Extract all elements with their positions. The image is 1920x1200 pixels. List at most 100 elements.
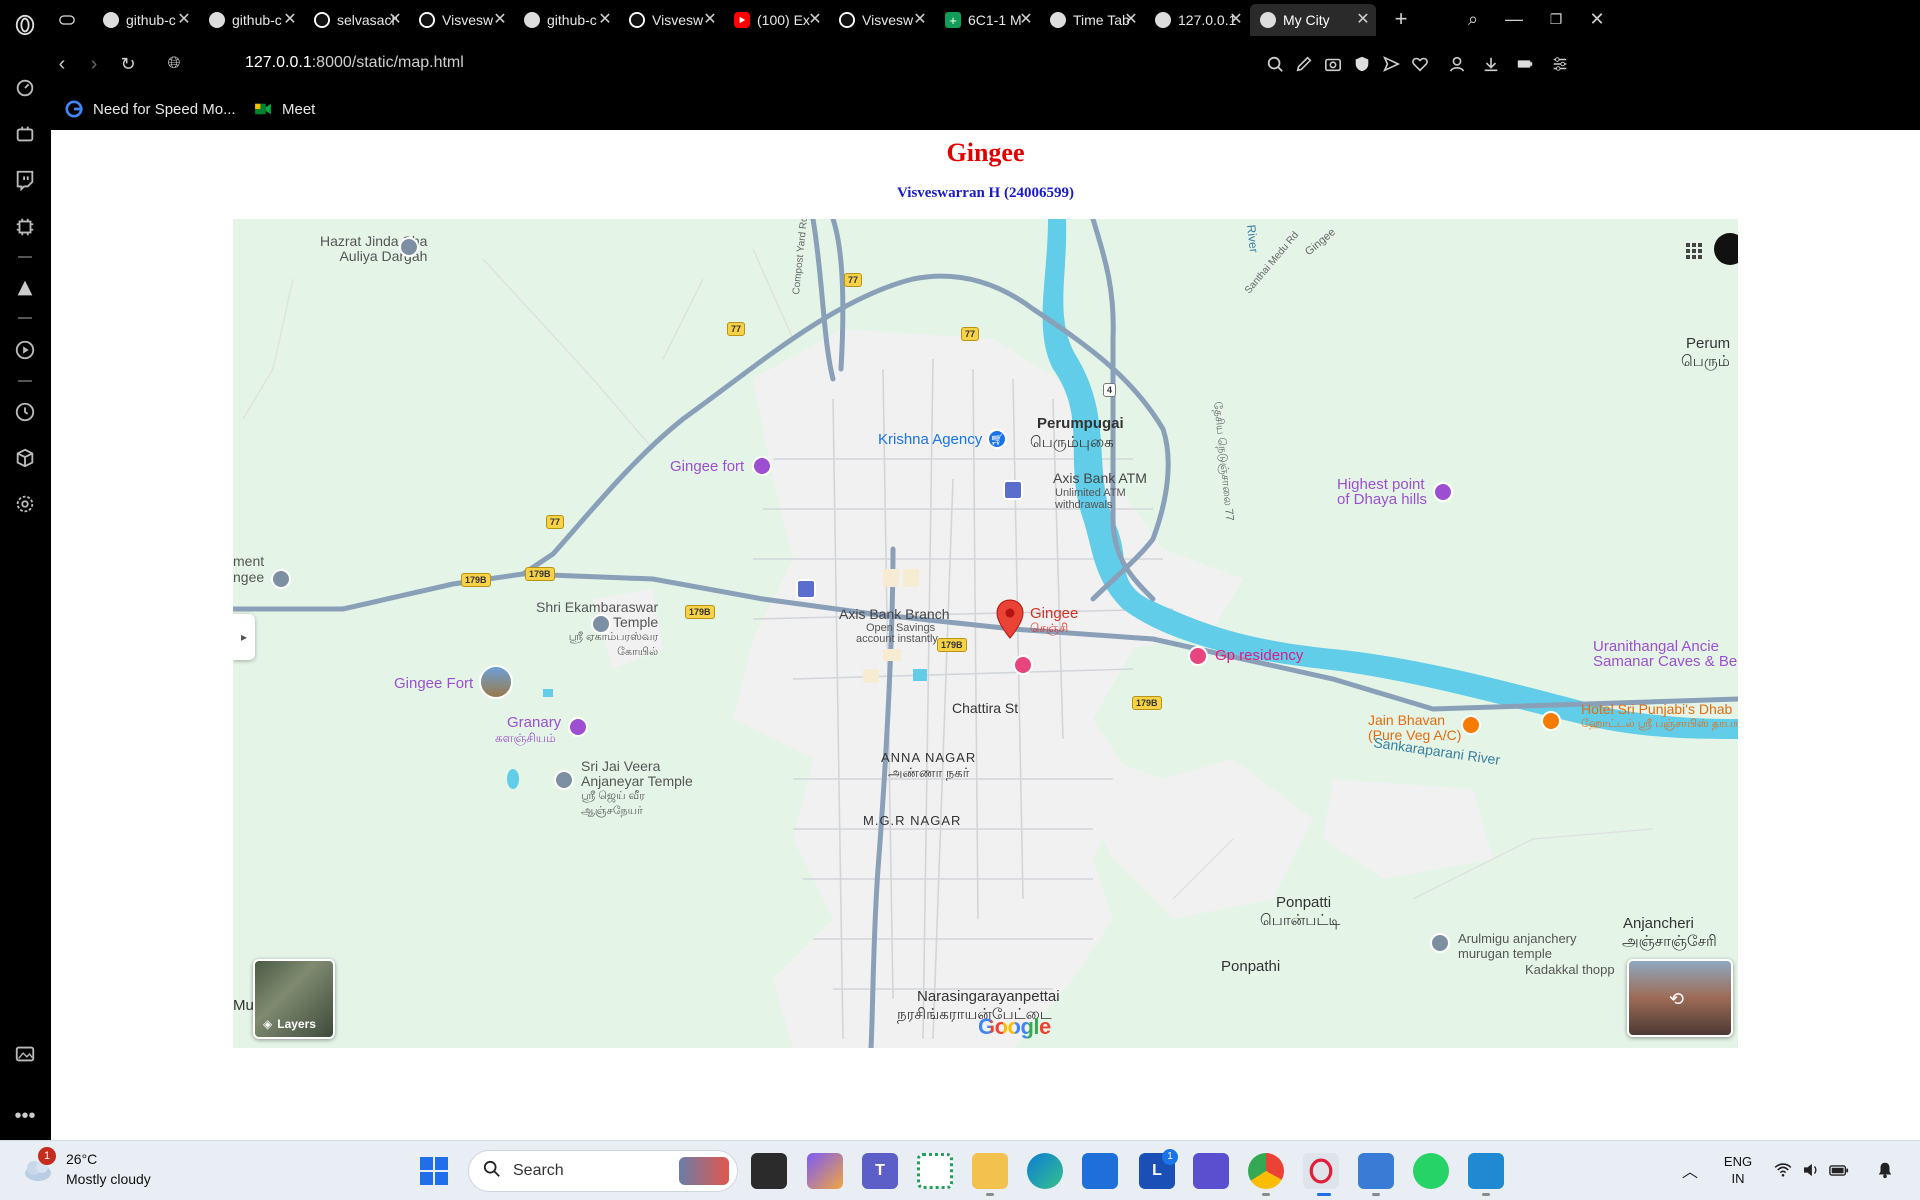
map-label-gingee-fort-top[interactable]: Gingee fort — [670, 459, 744, 474]
file-explorer-icon[interactable] — [972, 1153, 1008, 1189]
map-label-jai-veera[interactable]: Sri Jai Veera Anjaneyar Temple ஸ்ரீ ஜெய் … — [581, 759, 693, 819]
player-icon[interactable] — [12, 337, 38, 363]
close-icon[interactable]: ✕ — [175, 11, 193, 29]
tab-9[interactable]: + 6C1-1 M ✕ — [935, 4, 1039, 36]
affinity-icon[interactable] — [1193, 1153, 1229, 1189]
viewpoint-icon[interactable] — [1433, 482, 1453, 502]
collapse-panel-button[interactable]: ▸ — [233, 614, 255, 660]
tab-4[interactable]: Visvesw ✕ — [409, 4, 513, 36]
taskbar-search[interactable]: Search — [468, 1150, 738, 1192]
hotel-icon[interactable] — [1188, 646, 1208, 666]
close-icon[interactable]: ✕ — [1017, 11, 1035, 29]
location-pin-icon[interactable] — [996, 599, 1024, 639]
museum-icon[interactable] — [271, 569, 291, 589]
map-label-kadakkal[interactable]: Kadakkal thopp — [1525, 962, 1615, 977]
fort-photo-icon[interactable] — [479, 665, 513, 699]
close-icon[interactable]: ✕ — [491, 11, 509, 29]
teams-icon[interactable]: T — [862, 1153, 898, 1189]
map-label-ponpathi[interactable]: Ponpathi — [1221, 959, 1280, 974]
reload-button[interactable]: ↻ — [114, 50, 142, 78]
bookmark-need-for-speed[interactable]: Need for Speed Mo... — [65, 100, 236, 118]
notepad-icon[interactable] — [1358, 1153, 1394, 1189]
battery-icon[interactable] — [1828, 1159, 1850, 1181]
map-label-axis-branch[interactable]: Axis Bank Branch — [839, 607, 950, 622]
restaurant-icon[interactable] — [1461, 715, 1481, 735]
restaurant-icon[interactable] — [1541, 711, 1561, 731]
edit-icon[interactable] — [1292, 52, 1316, 76]
tab-1[interactable]: github-c ✕ — [93, 4, 197, 36]
map-label-narasingarayanpettai[interactable]: Narasingarayanpettai — [917, 989, 1060, 1004]
forward-button[interactable]: › — [80, 50, 108, 78]
map-label-gingee-fort[interactable]: Gingee Fort — [394, 676, 473, 691]
embedded-map[interactable]: 77 77 77 77 179B 179B 179B 179B 179B 4 H… — [233, 219, 1738, 1048]
refresh-app-icon[interactable] — [917, 1153, 953, 1189]
back-button[interactable]: ‹ — [48, 50, 76, 78]
window-close-button[interactable]: ✕ — [1584, 6, 1610, 32]
lens-search-icon[interactable] — [1263, 52, 1287, 76]
wallpaper-icon[interactable] — [12, 1041, 38, 1067]
map-label-hotel-punjabi[interactable]: Hotel Sri Punjabi's Dhab — [1581, 702, 1732, 717]
shopping-cart-icon[interactable]: 🛒︎ — [987, 429, 1007, 449]
opera-logo-icon[interactable] — [12, 12, 38, 38]
chevron-up-icon[interactable]: ︿ — [1679, 1159, 1701, 1181]
edge-icon[interactable] — [1027, 1153, 1063, 1189]
site-info-icon[interactable]: 🌐︎ — [160, 50, 188, 78]
close-icon[interactable]: ✕ — [1227, 11, 1245, 29]
close-icon[interactable]: ✕ — [806, 11, 824, 29]
street-view-thumbnail[interactable]: ⟲ — [1627, 959, 1733, 1037]
restore-button[interactable]: ❐ — [1543, 6, 1569, 32]
url-field[interactable]: 127.0.0.1:8000/static/map.html — [245, 54, 464, 72]
weather-widget[interactable]: 1 26°C Mostly cloudy — [22, 1147, 151, 1189]
tab-2[interactable]: github-c ✕ — [199, 4, 303, 36]
tab-6[interactable]: Visvesw ✕ — [619, 4, 723, 36]
layers-button[interactable]: ◈ Layers — [253, 959, 335, 1039]
close-icon[interactable]: ✕ — [1354, 11, 1372, 29]
close-icon[interactable]: ✕ — [701, 11, 719, 29]
map-label-arulmigu[interactable]: Arulmigu anjanchery murugan temple — [1458, 931, 1577, 961]
apps-grid-icon[interactable] — [1684, 241, 1704, 261]
tab-7[interactable]: (100) Ex ✕ — [724, 4, 828, 36]
camera-icon[interactable] — [1321, 52, 1345, 76]
wifi-icon[interactable] — [1772, 1159, 1794, 1181]
settings-icon[interactable] — [12, 491, 38, 517]
tab-my-city[interactable]: My City ✕ — [1250, 4, 1376, 36]
notification-bell-icon[interactable] — [1874, 1159, 1896, 1181]
map-label-gp-residency[interactable]: Gp residency — [1215, 648, 1303, 663]
opera-icon[interactable] — [1303, 1153, 1339, 1189]
atm-icon[interactable] — [1003, 480, 1023, 500]
battery-saver-icon[interactable] — [1513, 52, 1537, 76]
tab-10[interactable]: Time Tab ✕ — [1040, 4, 1144, 36]
map-label-ngee[interactable]: ngee — [233, 570, 264, 585]
cube-icon[interactable] — [12, 445, 38, 471]
landmark-icon[interactable] — [568, 717, 588, 737]
map-label-gingee-pin[interactable]: Gingee — [1030, 606, 1078, 621]
search-tabs-icon[interactable]: ⌕ — [1460, 6, 1486, 32]
copilot-icon[interactable] — [807, 1153, 843, 1189]
account-icon[interactable] — [1445, 52, 1469, 76]
map-label-axis-atm[interactable]: Axis Bank ATM — [1053, 471, 1147, 486]
vscode-icon[interactable] — [1468, 1153, 1504, 1189]
task-view-icon[interactable] — [751, 1153, 787, 1189]
tab-11[interactable]: 127.0.0.1 ✕ — [1145, 4, 1249, 36]
start-button[interactable] — [418, 1155, 450, 1187]
new-tab-button[interactable]: + — [1388, 6, 1414, 32]
close-icon[interactable]: ✕ — [911, 11, 929, 29]
tab-5[interactable]: github-c ✕ — [514, 4, 618, 36]
bank-icon[interactable] — [796, 579, 816, 599]
castle-icon[interactable] — [752, 456, 772, 476]
map-label-ment[interactable]: ment — [233, 554, 264, 569]
close-icon[interactable]: ✕ — [281, 11, 299, 29]
tab-3[interactable]: selvasach ✕ — [304, 4, 408, 36]
download-icon[interactable] — [1479, 52, 1503, 76]
speed-dial-icon[interactable] — [12, 75, 38, 101]
map-label-perumpugai[interactable]: Perumpugai — [1037, 416, 1124, 431]
temple-icon[interactable] — [1430, 933, 1450, 953]
map-label-krishna-agency[interactable]: Krishna Agency — [878, 432, 982, 447]
map-label-perum-right[interactable]: Perum — [1686, 336, 1730, 351]
store-icon[interactable] — [1082, 1153, 1118, 1189]
whatsapp-icon[interactable] — [1413, 1153, 1449, 1189]
chrome-icon[interactable] — [1248, 1153, 1284, 1189]
tab-8[interactable]: Visvesw ✕ — [829, 4, 933, 36]
map-label-granary[interactable]: Granary — [507, 715, 561, 730]
aria-logo-icon[interactable] — [12, 275, 38, 301]
